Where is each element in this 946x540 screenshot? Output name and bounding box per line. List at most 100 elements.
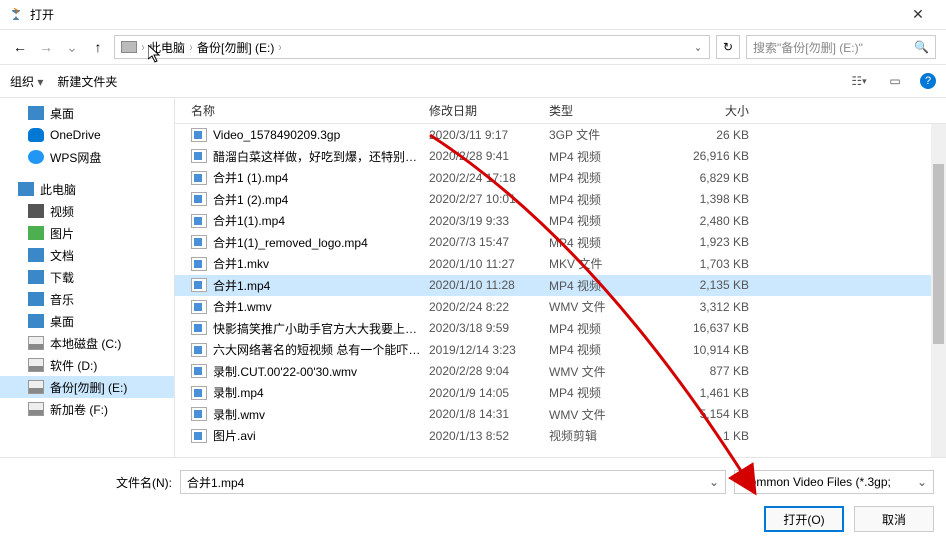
file-date: 2020/1/10 11:28 (429, 278, 549, 292)
file-row[interactable]: 图片.avi2020/1/13 8:52视频剪辑1 KB (175, 425, 946, 447)
file-row[interactable]: 合并1.wmv2020/2/24 8:22WMV 文件3,312 KB (175, 296, 946, 318)
refresh-button[interactable]: ↻ (716, 35, 740, 59)
open-button[interactable]: 打开(O) (764, 506, 844, 532)
file-type: MP4 视频 (549, 191, 669, 208)
file-row[interactable]: 合并1(1).mp42020/3/19 9:33MP4 视频2,480 KB (175, 210, 946, 232)
file-list: Video_1578490209.3gp2020/3/11 9:173GP 文件… (175, 124, 946, 457)
filetype-filter[interactable]: Common Video Files (*.3gp; ⌄ (734, 470, 934, 494)
filename-dropdown-icon[interactable]: ⌄ (709, 475, 719, 489)
file-icon (191, 257, 207, 271)
file-type: MP4 视频 (549, 169, 669, 186)
sidebar: 桌面OneDriveWPS网盘此电脑视频图片文档下载音乐桌面本地磁盘 (C:)软… (0, 98, 175, 457)
organize-menu[interactable]: 组织 ▾ (10, 73, 43, 90)
sidebar-item[interactable]: 备份[勿删] (E:) (0, 376, 174, 398)
file-row[interactable]: 合并1 (1).mp42020/2/24 17:18MP4 视频6,829 KB (175, 167, 946, 189)
file-name: Video_1578490209.3gp (213, 128, 429, 142)
sidebar-item-label: OneDrive (50, 128, 101, 142)
preview-pane-button[interactable]: ▭ (884, 72, 906, 90)
new-folder-button[interactable]: 新建文件夹 (57, 73, 117, 90)
file-size: 1,923 KB (669, 235, 769, 249)
cancel-button[interactable]: 取消 (854, 506, 934, 532)
view-options-button[interactable]: ☷ ▾ (848, 72, 870, 90)
sidebar-item[interactable]: 桌面 (0, 310, 174, 332)
file-size: 6,829 KB (669, 171, 769, 185)
sidebar-item[interactable]: OneDrive (0, 124, 174, 146)
sidebar-item[interactable]: 图片 (0, 222, 174, 244)
column-date[interactable]: 修改日期 (429, 102, 549, 119)
file-size: 1,461 KB (669, 386, 769, 400)
path-dropdown-icon[interactable]: ⌄ (694, 40, 701, 54)
sidebar-item-label: 下载 (50, 269, 74, 286)
column-type[interactable]: 类型 (549, 102, 669, 119)
sidebar-item-label: 备份[勿删] (E:) (50, 379, 127, 396)
file-name: 录制.wmv (213, 406, 429, 423)
file-row[interactable]: 醋溜白菜这样做，好吃到爆，还特别下饭...2020/2/28 9:41MP4 视… (175, 146, 946, 168)
sidebar-item[interactable]: 软件 (D:) (0, 354, 174, 376)
file-icon (191, 235, 207, 249)
drive-icon (28, 402, 44, 416)
sidebar-item[interactable]: 视频 (0, 200, 174, 222)
breadcrumb-current[interactable]: 备份[勿删] (E:) (197, 39, 274, 56)
file-date: 2020/3/11 9:17 (429, 128, 549, 142)
file-type: MP4 视频 (549, 384, 669, 401)
file-row[interactable]: 合并1.mkv2020/1/10 11:27MKV 文件1,703 KB (175, 253, 946, 275)
filename-input[interactable]: 合并1.mp4 ⌄ (180, 470, 726, 494)
file-date: 2020/1/10 11:27 (429, 257, 549, 271)
sidebar-item[interactable]: 音乐 (0, 288, 174, 310)
file-size: 1 KB (669, 429, 769, 443)
scrollbar-thumb[interactable] (933, 164, 944, 344)
sidebar-item-label: 本地磁盘 (C:) (50, 335, 121, 352)
file-name: 录制.mp4 (213, 384, 429, 401)
search-placeholder: 搜索"备份[勿删] (E:)" (753, 39, 863, 56)
up-button[interactable]: ↑ (88, 39, 108, 55)
drive-icon (28, 380, 44, 394)
file-size: 26,916 KB (669, 149, 769, 163)
drive-icon (121, 41, 137, 53)
file-name: 图片.avi (213, 427, 429, 444)
sidebar-item-label: 音乐 (50, 291, 74, 308)
sidebar-item[interactable]: 下载 (0, 266, 174, 288)
file-row[interactable]: 录制.mp42020/1/9 14:05MP4 视频1,461 KB (175, 382, 946, 404)
sidebar-item[interactable]: 文档 (0, 244, 174, 266)
doc-icon (28, 248, 44, 262)
file-row[interactable]: Video_1578490209.3gp2020/3/11 9:173GP 文件… (175, 124, 946, 146)
column-name[interactable]: 名称 (191, 102, 429, 119)
back-button[interactable]: ← (10, 39, 30, 55)
file-row[interactable]: 合并1.mp42020/1/10 11:28MP4 视频2,135 KB (175, 275, 946, 297)
breadcrumb-root[interactable]: 此电脑 (149, 39, 185, 56)
wps-icon (28, 150, 44, 164)
scrollbar[interactable] (931, 124, 946, 457)
file-row[interactable]: 录制.wmv2020/1/8 14:31WMV 文件5,154 KB (175, 404, 946, 426)
file-name: 六大网络著名的短视频 总有一个能吓着... (213, 341, 429, 358)
breadcrumb[interactable]: › 此电脑 › 备份[勿删] (E:) › ⌄ (114, 35, 710, 59)
recent-dropdown[interactable]: ⌄ (62, 39, 82, 56)
file-name: 合并1.wmv (213, 298, 429, 315)
filename-label: 文件名(N): (12, 474, 172, 491)
file-icon (191, 300, 207, 314)
file-date: 2020/7/3 15:47 (429, 235, 549, 249)
file-name: 合并1.mkv (213, 255, 429, 272)
sidebar-item[interactable]: WPS网盘 (0, 146, 174, 168)
file-size: 10,914 KB (669, 343, 769, 357)
file-date: 2020/3/19 9:33 (429, 214, 549, 228)
file-row[interactable]: 快影搞笑推广小助手官方大大我要上热门...2020/3/18 9:59MP4 视… (175, 318, 946, 340)
file-row[interactable]: 合并1(1)_removed_logo.mp42020/7/3 15:47MP4… (175, 232, 946, 254)
file-row[interactable]: 录制.CUT.00'22-00'30.wmv2020/2/28 9:04WMV … (175, 361, 946, 383)
sidebar-item-label: 图片 (50, 225, 74, 242)
file-row[interactable]: 合并1 (2).mp42020/2/27 10:01MP4 视频1,398 KB (175, 189, 946, 211)
sidebar-item[interactable]: 本地磁盘 (C:) (0, 332, 174, 354)
file-row[interactable]: 六大网络著名的短视频 总有一个能吓着...2019/12/14 3:23MP4 … (175, 339, 946, 361)
close-button[interactable]: ✕ (898, 6, 938, 23)
sidebar-item[interactable]: 新加卷 (F:) (0, 398, 174, 420)
column-size[interactable]: 大小 (669, 102, 769, 119)
file-date: 2020/1/9 14:05 (429, 386, 549, 400)
sidebar-item-label: 桌面 (50, 313, 74, 330)
sidebar-item[interactable]: 此电脑 (0, 178, 174, 200)
desktop-icon (28, 106, 44, 120)
file-icon (191, 321, 207, 335)
help-button[interactable]: ? (920, 73, 936, 89)
filter-dropdown-icon[interactable]: ⌄ (917, 475, 927, 489)
sidebar-item[interactable]: 桌面 (0, 102, 174, 124)
onedrive-icon (28, 128, 44, 142)
search-input[interactable]: 搜索"备份[勿删] (E:)" 🔍 (746, 35, 936, 59)
